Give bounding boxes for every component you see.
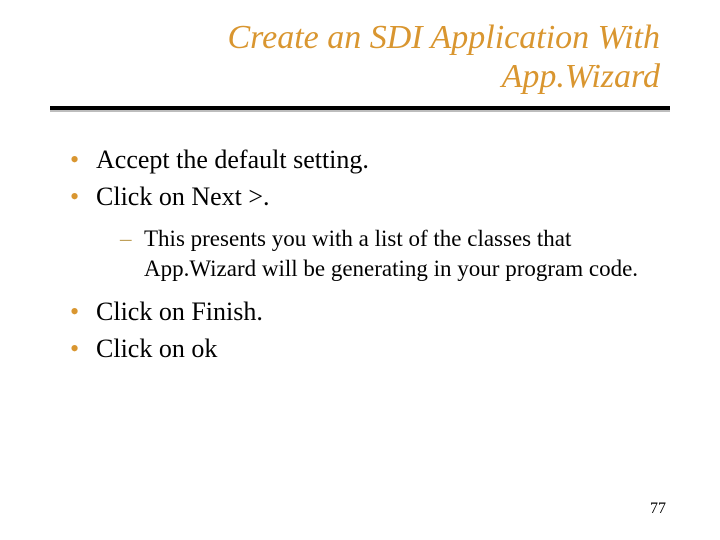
list-item: Click on Next >. This presents you with … bbox=[70, 179, 670, 284]
bullet-text: Accept the default setting. bbox=[96, 145, 369, 174]
list-item: Click on ok bbox=[70, 331, 670, 366]
list-item: Click on Finish. bbox=[70, 294, 670, 329]
list-item: Accept the default setting. bbox=[70, 142, 670, 177]
bullet-text: This presents you with a list of the cla… bbox=[144, 226, 638, 281]
bullet-text: Click on Finish. bbox=[96, 297, 263, 326]
bullet-list: Accept the default setting. Click on Nex… bbox=[70, 142, 670, 366]
page-number: 77 bbox=[650, 500, 666, 518]
title-rule bbox=[50, 106, 670, 112]
title-line-1: Create an SDI Application With bbox=[227, 19, 660, 56]
slide-content: Accept the default setting. Click on Nex… bbox=[50, 142, 670, 366]
title-line-2: App.Wizard bbox=[502, 58, 660, 95]
slide: Create an SDI Application With App.Wizar… bbox=[0, 0, 720, 540]
bullet-text: Click on Next >. bbox=[96, 182, 270, 211]
sub-bullet-list: This presents you with a list of the cla… bbox=[96, 224, 670, 284]
list-item: This presents you with a list of the cla… bbox=[120, 224, 670, 284]
slide-title: Create an SDI Application With App.Wizar… bbox=[50, 18, 670, 96]
bullet-text: Click on ok bbox=[96, 334, 217, 363]
